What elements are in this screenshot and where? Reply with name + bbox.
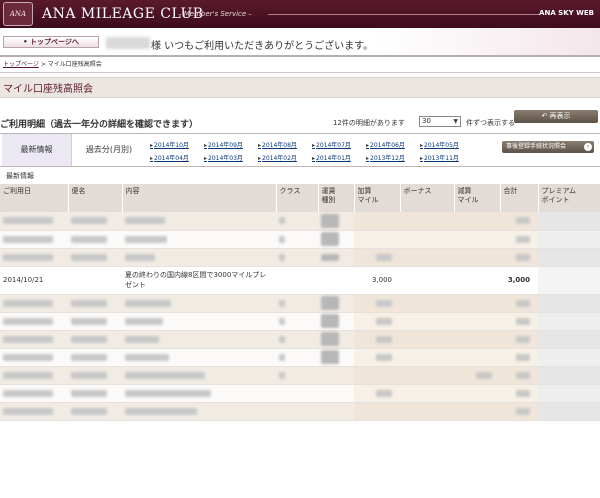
table-row (0, 330, 600, 349)
chevron-down-icon: ▼ (453, 118, 458, 125)
table-row (0, 212, 600, 231)
month-link[interactable]: ▸2014年08月 (258, 140, 297, 149)
greeting-text: 様 いつもご利用いただきありがとうございます。 (151, 41, 374, 52)
arrow-right-icon: ▸ (420, 155, 424, 162)
brand-subtitle: – Member's Service – (178, 10, 252, 18)
month-link[interactable]: ▸2014年07月 (312, 140, 351, 149)
arrow-right-icon: › (584, 143, 592, 151)
breadcrumb-rule (0, 72, 600, 73)
arrow-right-icon: ▸ (312, 142, 316, 149)
cell-add-miles: 3,000 (354, 266, 400, 295)
per-page-label: 件ずつ表示する (466, 119, 515, 127)
month-link[interactable]: ▸2013年11月 (420, 153, 459, 162)
per-page-select[interactable]: 30 ▼ (419, 116, 461, 127)
arrow-right-icon: ▸ (150, 155, 154, 162)
table-row (0, 312, 600, 331)
tab-past-monthly[interactable]: 過去分(月別) (72, 134, 146, 166)
breadcrumb: トップページ > マイル口座残高照会 (3, 59, 102, 68)
arrow-right-icon: ▸ (366, 155, 370, 162)
arrow-right-icon: ▸ (204, 155, 208, 162)
breadcrumb-separator: > (40, 61, 46, 68)
table-row (0, 294, 600, 313)
top-page-button[interactable]: • トップページへ (3, 36, 99, 48)
usage-table: ご利用日 便名 内容 クラス 運賃 種別 加算 マイル ボーナス 減算 マイル … (0, 184, 600, 421)
table-row (0, 402, 600, 421)
section-title: ご利用明細（過去一年分の詳細を確認できます） (0, 120, 199, 130)
arrow-right-icon: ▸ (258, 155, 262, 162)
page-title: マイル口座残高照会 (3, 84, 93, 95)
month-link[interactable]: ▸2014年01月 (312, 153, 351, 162)
col-content: 内容 (122, 184, 277, 212)
cell-content: 夏の終わりの国内線8区間で3000マイルプレゼント (122, 266, 276, 295)
col-add-miles: 加算 マイル (354, 184, 401, 212)
per-page-value: 30 (422, 117, 431, 125)
breadcrumb-top-link[interactable]: トップページ (3, 61, 39, 68)
col-class: クラス (276, 184, 319, 212)
col-premium: プレミアム ポイント (538, 184, 600, 212)
arrow-right-icon: ▸ (258, 142, 262, 149)
registration-status-button[interactable]: 事後登録手続状況照会 › (502, 141, 594, 153)
month-link[interactable]: ▸2014年05月 (420, 140, 459, 149)
month-link[interactable]: ▸2014年04月 (150, 153, 189, 162)
header-divider (268, 14, 540, 15)
col-bonus: ボーナス (400, 184, 455, 212)
month-link[interactable]: ▸2014年06月 (366, 140, 405, 149)
table-row (0, 248, 600, 267)
header-rule (0, 55, 600, 57)
month-link[interactable]: ▸2014年03月 (204, 153, 243, 162)
month-link[interactable]: ▸2013年12月 (366, 153, 405, 162)
arrow-right-icon: ▸ (420, 142, 424, 149)
tab-latest[interactable]: 最新情報 (2, 134, 72, 166)
table-row (0, 384, 600, 403)
tabs-bottom-rule (0, 166, 600, 167)
record-count: 12件の明細があります (333, 119, 405, 127)
col-flight: 便名 (68, 184, 123, 212)
arrow-right-icon: ▸ (312, 155, 316, 162)
month-link[interactable]: ▸2014年02月 (258, 153, 297, 162)
month-link[interactable]: ▸2014年10月 (150, 140, 189, 149)
redisplay-button[interactable]: ↶ 再表示 (514, 110, 598, 123)
arrow-right-icon: ▸ (366, 142, 370, 149)
col-fare: 運賃 種別 (318, 184, 355, 212)
table-row-campaign: 2014/10/21 夏の終わりの国内線8区間で3000マイルプレゼント 3,0… (0, 266, 600, 295)
col-sub-miles: 減算 マイル (454, 184, 501, 212)
table-header-row: ご利用日 便名 内容 クラス 運賃 種別 加算 マイル ボーナス 減算 マイル … (0, 184, 600, 212)
cell-total: 3,000 (500, 266, 538, 295)
month-link[interactable]: ▸2014年09月 (204, 140, 243, 149)
table-row (0, 230, 600, 249)
cell-date: 2014/10/21 (0, 266, 68, 295)
arrow-right-icon: ▸ (204, 142, 208, 149)
col-date: ご利用日 (0, 184, 69, 212)
arrow-right-icon: ▸ (150, 142, 154, 149)
table-row (0, 348, 600, 367)
table-row (0, 366, 600, 385)
site-name: ANA SKY WEB (539, 9, 594, 17)
subheading-latest: 最新情報 (6, 172, 34, 180)
site-header: ANA ANA MILEAGE CLUB – Member's Service … (0, 0, 600, 28)
logo[interactable]: ANA (3, 2, 33, 26)
col-total: 合計 (500, 184, 539, 212)
member-name-redacted (106, 37, 150, 49)
breadcrumb-current: マイル口座残高照会 (47, 61, 102, 68)
